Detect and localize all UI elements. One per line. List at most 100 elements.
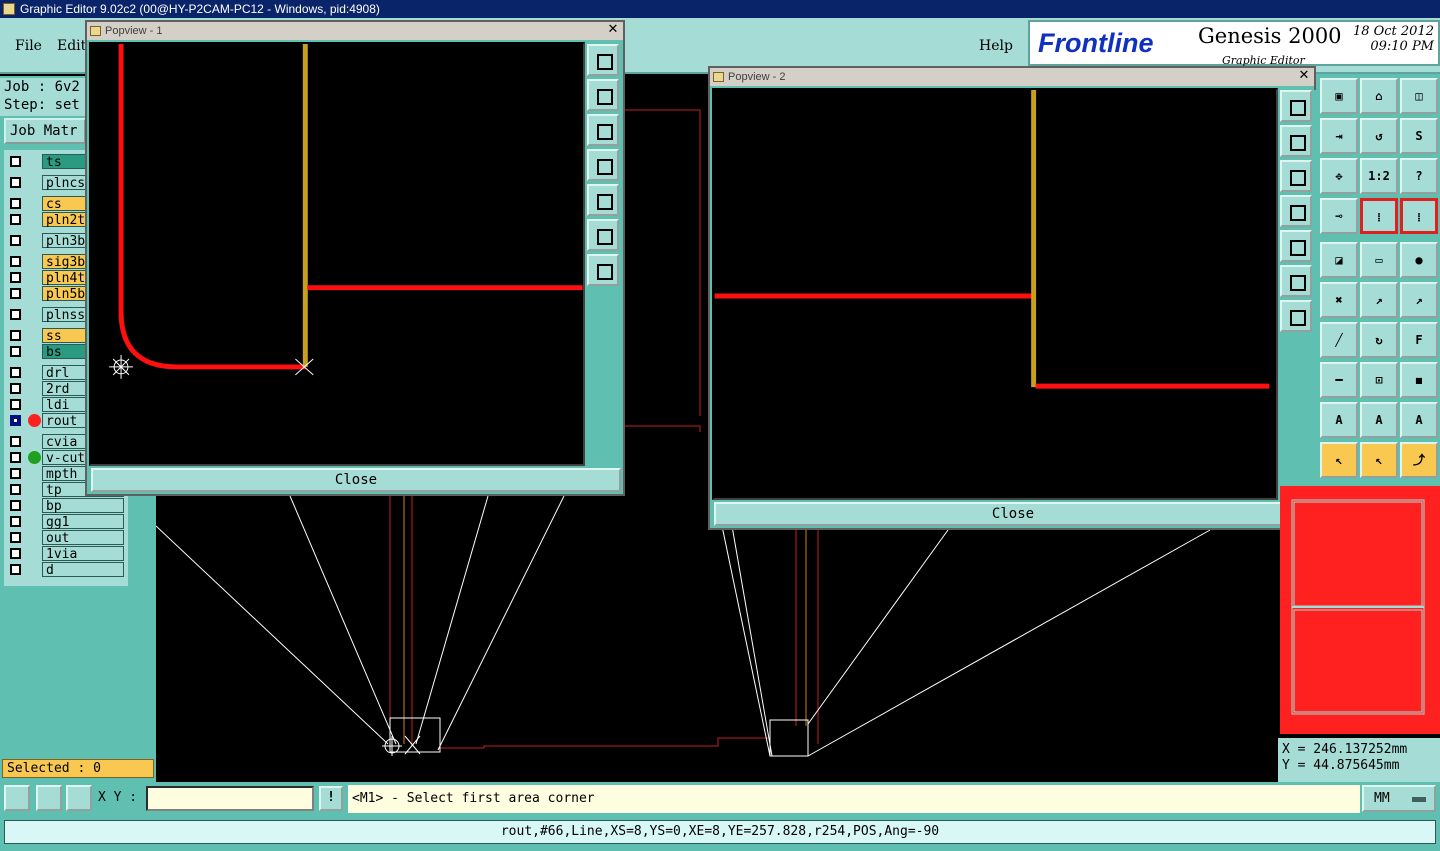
measure-icon[interactable]: ◪ — [1320, 242, 1358, 278]
popview-2-canvas[interactable] — [712, 88, 1278, 500]
layer-row-bp[interactable]: bp — [4, 498, 128, 514]
layer-checkbox[interactable] — [10, 346, 21, 357]
layer-checkbox[interactable] — [10, 468, 21, 479]
layer-checkbox[interactable] — [10, 235, 21, 246]
select-path-icon[interactable]: ⤴ — [1400, 442, 1438, 478]
layer-name[interactable]: bp — [42, 498, 124, 514]
layer-checkbox[interactable] — [10, 532, 21, 543]
layer-checkbox[interactable] — [10, 415, 21, 426]
snap-mode-icon[interactable] — [4, 785, 30, 811]
zoom-out-icon[interactable] — [1280, 300, 1312, 332]
undo-icon[interactable]: ↺ — [1360, 118, 1398, 154]
netlist-icon[interactable]: ⁞ — [1360, 198, 1398, 234]
export-icon[interactable]: ⇥ — [1320, 118, 1358, 154]
zoom-fit-icon[interactable] — [587, 44, 619, 76]
pan-right-icon[interactable] — [587, 184, 619, 216]
layer-checkbox[interactable] — [10, 156, 21, 167]
units-select[interactable]: MM — [1362, 785, 1436, 812]
layer-row-1via[interactable]: 1via — [4, 546, 128, 562]
layer-checkbox[interactable] — [10, 564, 21, 575]
copy-point-icon[interactable]: ↗ — [1400, 282, 1438, 318]
grid-icon[interactable] — [66, 785, 92, 811]
ratio-icon[interactable]: 1:2 — [1360, 158, 1398, 194]
layer-checkbox[interactable] — [10, 198, 21, 209]
route-c-icon[interactable]: A — [1400, 402, 1438, 438]
key-icon[interactable]: ⊸ — [1320, 198, 1358, 234]
pan-up-icon[interactable] — [1280, 125, 1312, 157]
layer-checkbox[interactable] — [10, 177, 21, 188]
pan-down-icon[interactable] — [587, 114, 619, 146]
move-point-icon[interactable]: ↗ — [1360, 282, 1398, 318]
popview-2-close-button[interactable]: Close — [714, 502, 1312, 526]
pan-left-icon[interactable] — [587, 149, 619, 181]
popview-1-window: Popview - 1 ✕ Close — [85, 20, 625, 496]
xy-input[interactable] — [146, 786, 314, 811]
zoom-in-icon[interactable] — [1280, 265, 1312, 297]
overview-map[interactable] — [1280, 486, 1440, 734]
layer-name[interactable]: 1via — [42, 546, 124, 562]
select-area-icon[interactable]: ↖ — [1360, 442, 1398, 478]
pan-up-icon[interactable] — [587, 79, 619, 111]
product-name: Genesis 2000 — [1198, 24, 1342, 48]
layer-row-gg1[interactable]: gg1 — [4, 514, 128, 530]
cut-line-icon[interactable]: ━ — [1320, 362, 1358, 398]
layer-checkbox[interactable] — [10, 500, 21, 511]
popview-1-canvas[interactable] — [89, 42, 585, 466]
layer-checkbox[interactable] — [10, 548, 21, 559]
netlist-compare-icon[interactable]: ⁞ — [1400, 198, 1438, 234]
shapes-icon[interactable]: ◼ — [1400, 362, 1438, 398]
pan-icon[interactable]: ✥ — [1320, 158, 1358, 194]
layer-checkbox[interactable] — [10, 383, 21, 394]
window-icon[interactable]: ◫ — [1400, 78, 1438, 114]
job-matrix-button[interactable]: Job Matr — [4, 118, 86, 144]
layer-checkbox[interactable] — [10, 272, 21, 283]
open-icon[interactable]: ▣ — [1320, 78, 1358, 114]
layer-row-out[interactable]: out — [4, 530, 128, 546]
route-b-icon[interactable]: A — [1360, 402, 1398, 438]
layer-checkbox[interactable] — [10, 484, 21, 495]
popview-2-toolbar — [1280, 90, 1316, 500]
layer-checkbox[interactable] — [10, 330, 21, 341]
zoom-out-icon[interactable] — [587, 254, 619, 286]
layer-name[interactable]: out — [42, 530, 124, 546]
delete-icon[interactable]: ✖ — [1320, 282, 1358, 318]
pad-icon[interactable]: ● — [1400, 242, 1438, 278]
layer-checkbox[interactable] — [10, 399, 21, 410]
layer-name[interactable]: gg1 — [42, 514, 124, 530]
warning-button[interactable]: ! — [319, 786, 343, 811]
menu-help[interactable]: Help — [979, 38, 1013, 54]
layer-checkbox[interactable] — [10, 436, 21, 447]
layer-checkbox[interactable] — [10, 214, 21, 225]
close-icon[interactable]: ✕ — [1297, 69, 1311, 83]
menu-edit[interactable]: Edit — [57, 38, 86, 54]
pan-right-icon[interactable] — [1280, 230, 1312, 262]
angle-mode-icon[interactable] — [36, 785, 62, 811]
status-bar: rout,#66,Line,XS=8,YS=0,XE=8,YE=257.828,… — [0, 816, 1440, 851]
layer-checkbox[interactable] — [10, 309, 21, 320]
popview-1-close-button[interactable]: Close — [91, 468, 621, 492]
layer-checkbox[interactable] — [10, 367, 21, 378]
layer-checkbox[interactable] — [10, 452, 21, 463]
snap-icon[interactable]: S — [1400, 118, 1438, 154]
pan-down-icon[interactable] — [1280, 160, 1312, 192]
route-a-icon[interactable]: A — [1320, 402, 1358, 438]
layer-checkbox[interactable] — [10, 256, 21, 267]
ruler-icon[interactable]: ▭ — [1360, 242, 1398, 278]
stretch-icon[interactable]: ⊡ — [1360, 362, 1398, 398]
close-icon[interactable]: ✕ — [606, 23, 620, 37]
arc-icon[interactable]: ↻ — [1360, 322, 1398, 358]
zoom-in-icon[interactable] — [587, 219, 619, 251]
select-icon[interactable]: ↖ — [1320, 442, 1358, 478]
layer-checkbox[interactable] — [10, 516, 21, 527]
zoom-fit-icon[interactable] — [1280, 90, 1312, 122]
line-icon[interactable]: ╱ — [1320, 322, 1358, 358]
window-icon — [713, 72, 724, 82]
layer-checkbox[interactable] — [10, 288, 21, 299]
help-icon[interactable]: ? — [1400, 158, 1438, 194]
menu-file[interactable]: File — [15, 38, 42, 54]
layer-name[interactable]: d — [42, 562, 124, 578]
font-icon[interactable]: F — [1400, 322, 1438, 358]
layer-row-d[interactable]: d — [4, 562, 128, 578]
pan-left-icon[interactable] — [1280, 195, 1312, 227]
home-icon[interactable]: ⌂ — [1360, 78, 1398, 114]
